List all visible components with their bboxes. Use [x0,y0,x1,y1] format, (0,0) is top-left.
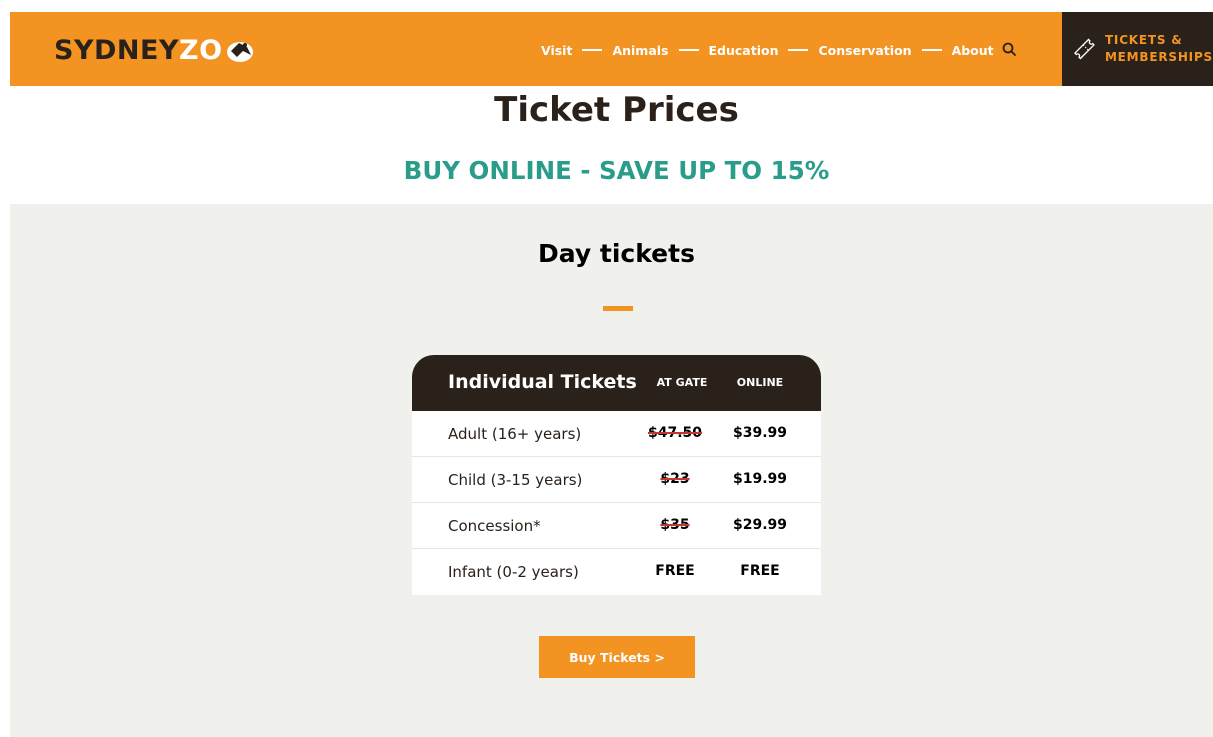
tickets-button-line2: MEMBERSHIPS [1104,50,1213,64]
search-icon [1002,42,1016,56]
search-button[interactable] [998,38,1020,60]
tickets-memberships-button[interactable]: TICKETS & MEMBERSHIPS [1062,12,1213,86]
table-row-adult: Adult (16+ years) $47.50 $39.99 [412,411,821,457]
gate-price: $23 [660,471,690,487]
row-label: Infant (0-2 years) [448,563,579,581]
accent-divider [603,306,633,311]
page-title: Ticket Prices [494,90,739,130]
nav-divider [921,49,942,51]
online-price: $29.99 [732,517,788,533]
tickets-button-label: TICKETS & MEMBERSHIPS [1105,32,1213,66]
day-tickets-section: Day tickets Individual Tickets AT GATE O… [10,204,1213,737]
gate-price: $35 [660,517,690,533]
site-header: SYDNEY ZO Visit Animals Education Conser… [10,12,1213,86]
online-price: $19.99 [732,471,788,487]
buy-tickets-button[interactable]: Buy Tickets > [539,636,695,678]
logo-accent-letters: ZO [179,34,223,66]
nav-about[interactable]: About [952,43,994,58]
nav-divider [678,49,699,51]
row-label: Concession* [448,517,541,535]
logo-animal-icon [226,42,253,62]
logo-text-primary: SYDNEY [54,34,180,66]
gate-price: $47.50 [647,425,703,441]
nav-animals[interactable]: Animals [612,43,668,58]
row-label: Adult (16+ years) [448,425,582,443]
column-at-gate: AT GATE [656,376,708,389]
section-title: Day tickets [538,239,695,268]
main-nav: Visit Animals Education Conservation Abo… [541,40,994,60]
page-subtitle: BUY ONLINE - SAVE UP TO 15% [403,156,830,185]
online-price: $39.99 [732,425,788,441]
nav-divider [582,49,603,51]
ticket-price-table: Individual Tickets AT GATE ONLINE Adult … [412,355,821,595]
table-row-infant: Infant (0-2 years) FREE FREE [412,549,821,595]
page: SYDNEY ZO Visit Animals Education Conser… [0,0,1213,737]
ticket-icon [1074,38,1095,60]
site-logo[interactable]: SYDNEY ZO [54,34,255,66]
table-title: Individual Tickets [448,371,637,393]
row-label: Child (3-15 years) [448,471,583,489]
nav-divider [788,49,809,51]
online-price: FREE [740,563,780,579]
nav-conservation[interactable]: Conservation [818,43,911,58]
table-row-child: Child (3-15 years) $23 $19.99 [412,457,821,503]
tickets-button-line1: TICKETS & [1104,33,1183,47]
nav-education[interactable]: Education [709,43,779,58]
gate-price: FREE [655,563,695,579]
table-row-concession: Concession* $35 $29.99 [412,503,821,549]
logo-text-accent: ZO [179,35,255,66]
column-online: ONLINE [736,376,784,389]
nav-visit[interactable]: Visit [541,43,572,58]
table-header: Individual Tickets AT GATE ONLINE [412,355,821,411]
